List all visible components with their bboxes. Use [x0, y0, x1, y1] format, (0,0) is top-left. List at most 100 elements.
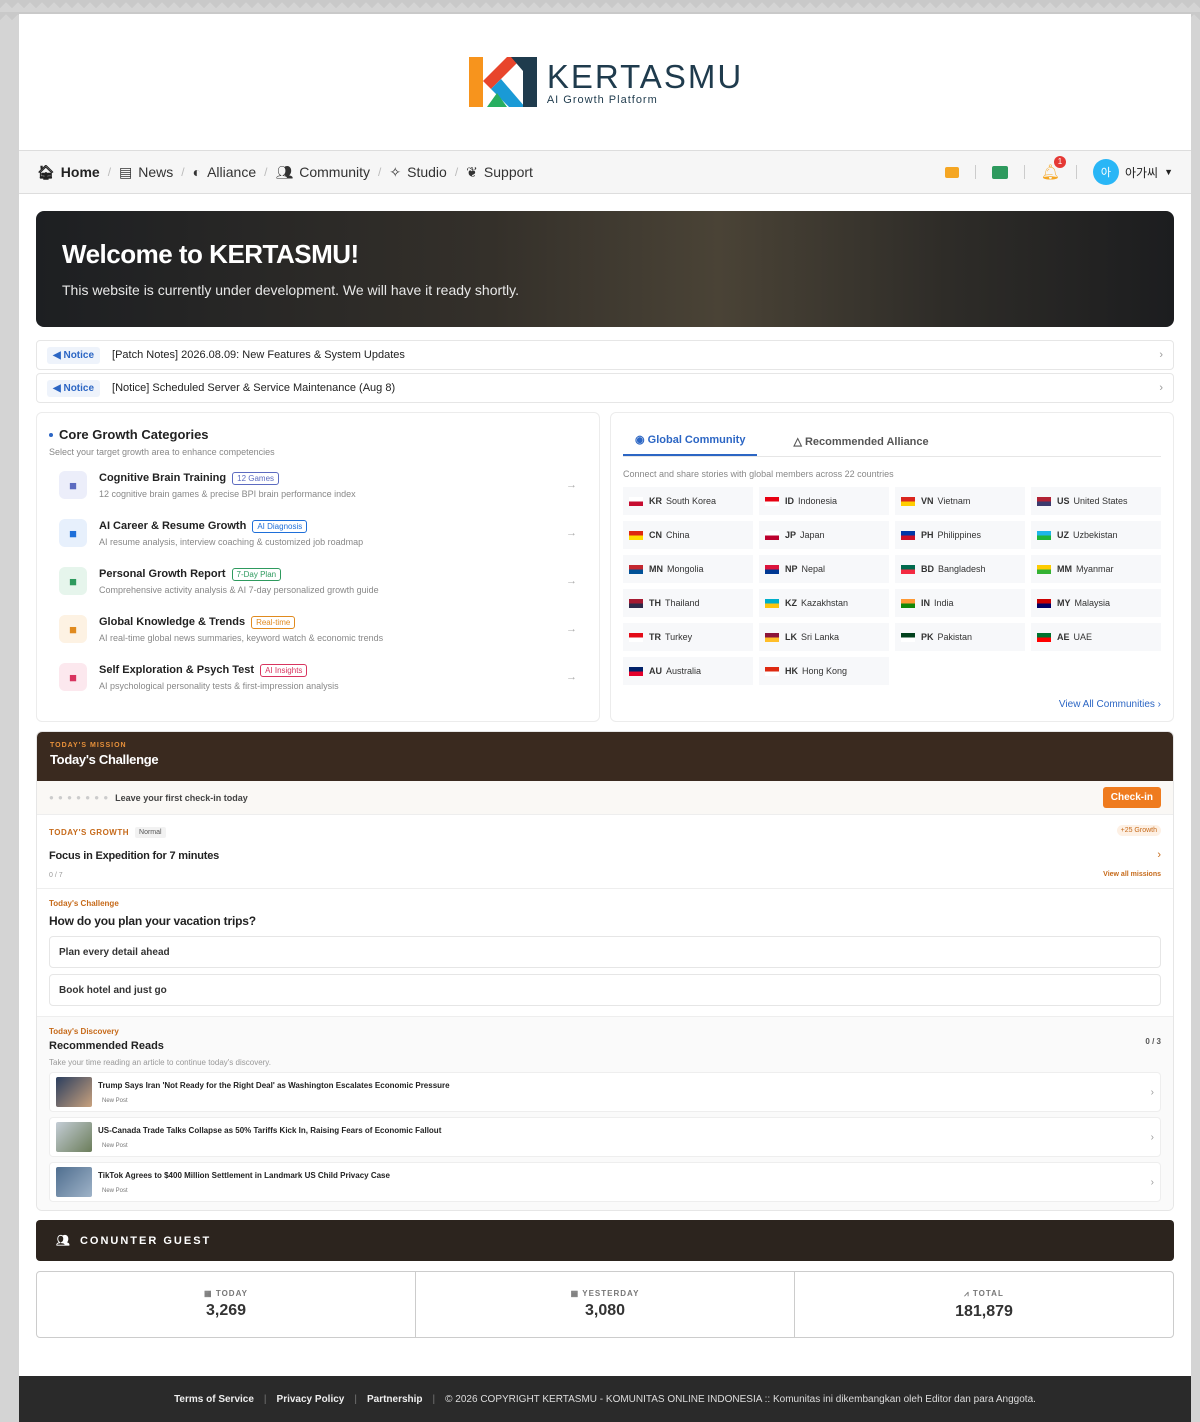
logo-icon — [468, 57, 537, 107]
country-item[interactable]: TR Turkey — [623, 623, 753, 651]
brand-name: KERTASMU — [546, 58, 744, 95]
country-item[interactable]: BD Bangladesh — [895, 555, 1025, 583]
country-item[interactable]: PH Philippines — [895, 521, 1025, 549]
reward-badge: +25 Growth — [1116, 825, 1161, 836]
country-item[interactable]: MM Myanmar — [1031, 555, 1161, 583]
notice-row[interactable]: ◀︎ Notice [Notice] Scheduled Server & Se… — [36, 373, 1174, 403]
category-icon: ■ — [59, 615, 87, 643]
wand-icon: ✧ — [389, 163, 402, 180]
country-code: HK — [785, 666, 798, 676]
country-code: TH — [649, 598, 661, 608]
flag-icon — [901, 598, 915, 608]
notice-text: [Notice] Scheduled Server & Service Main… — [112, 382, 396, 394]
flag-icon — [629, 530, 643, 540]
bell-icon[interactable]: 🔔︎ 1 — [1041, 156, 1066, 181]
category-item[interactable]: ■ AI Career & Resume Growth AI Diagnosis AI… — [49, 513, 587, 553]
nav-community[interactable]: 👥︎ Community — [275, 164, 370, 181]
notice-row[interactable]: ◀︎ Notice [Patch Notes] 2026.08.09: New … — [36, 340, 1174, 370]
country-item[interactable]: MN Mongolia — [623, 555, 753, 583]
country-name: South Korea — [666, 496, 717, 506]
country-item[interactable]: PK Pakistan — [895, 623, 1025, 651]
article-item[interactable]: US-Canada Trade Talks Collapse as 50% Ta… — [49, 1117, 1161, 1157]
country-item[interactable]: US United States — [1031, 487, 1161, 515]
view-all-missions-link[interactable]: View all missions — [1103, 871, 1161, 878]
user-menu[interactable]: 아 아가씨 ▼ — [1092, 159, 1173, 185]
category-desc: AI resume analysis, interview coaching &… — [99, 536, 364, 547]
flag-icon — [1037, 564, 1051, 574]
country-item[interactable]: ID Indonesia — [759, 487, 889, 515]
users-icon: 👥︎ — [56, 1235, 72, 1247]
notice-tag: ◀︎ Notice — [47, 379, 101, 397]
growth-categories-panel: Core Growth Categories Select your targe… — [36, 412, 600, 722]
country-name: Nepal — [801, 564, 826, 574]
flag-icon — [901, 496, 915, 506]
country-name: Thailand — [665, 598, 700, 608]
article-item[interactable]: TikTok Agrees to $400 Million Settlement… — [49, 1162, 1161, 1202]
counter-yesterday: ▦ YESTERDAY 3,080 — [416, 1272, 795, 1337]
footer-copyright: © 2026 COPYRIGHT KERTASMU - KOMUNITAS ON… — [445, 1393, 1036, 1405]
home-icon: 🏠︎ — [37, 163, 55, 180]
country-item[interactable]: KZ Kazakhstan — [759, 589, 889, 617]
mission-panel: TODAY'S MISSION Today's Challenge ● ● ● … — [36, 731, 1174, 1211]
flag-icon — [901, 632, 915, 642]
country-item[interactable]: LK Sri Lanka — [759, 623, 889, 651]
country-name: Pakistan — [937, 632, 973, 642]
country-code: LK — [785, 632, 797, 642]
country-name: Sri Lanka — [801, 632, 840, 642]
country-item[interactable]: KR South Korea — [623, 487, 753, 515]
country-item[interactable]: MY Malaysia — [1031, 589, 1161, 617]
nav-studio[interactable]: ✧ Studio — [389, 164, 446, 181]
category-item[interactable]: ■ Cognitive Brain Training 12 Games 12 cogn… — [49, 465, 587, 505]
nav-alliance[interactable]: ◐ Alliance — [193, 164, 257, 180]
country-name: China — [666, 530, 690, 540]
article-tag: New Post — [102, 1187, 128, 1194]
counter-today: ▦ TODAY 3,269 — [37, 1272, 416, 1337]
footer: Terms of Service | Privacy Policy | Part… — [19, 1376, 1191, 1422]
visitor-counter: ▦ TODAY 3,269 ▦ YESTERDAY 3,080 ⩘ TOTAL … — [36, 1271, 1174, 1338]
country-code: VN — [921, 496, 934, 506]
view-all-communities-link[interactable]: View All Communities › — [623, 699, 1161, 710]
checkin-row: ● ● ● ● ● ● ● Leave your first check-in … — [37, 781, 1173, 815]
challenge-option[interactable]: Book hotel and just go — [49, 974, 1161, 1006]
category-item[interactable]: ■ Global Knowledge & Trends Real-time AI re… — [49, 609, 587, 649]
growth-mission[interactable]: TODAY'S GROWTH Normal Focus in Expedition… — [37, 815, 1173, 889]
country-item[interactable]: TH Thailand — [623, 589, 753, 617]
article-thumbnail — [56, 1122, 92, 1152]
category-title: Self Exploration & Psych Test — [99, 664, 255, 676]
country-item[interactable]: JP Japan — [759, 521, 889, 549]
article-item[interactable]: Trump Says Iran 'Not Ready for the Right… — [49, 1072, 1161, 1112]
country-item[interactable]: HK Hong Kong — [759, 657, 889, 685]
footer-link-partnership[interactable]: Partnership — [367, 1394, 423, 1405]
country-item[interactable]: AU Australia — [623, 657, 753, 685]
country-item[interactable]: AE UAE — [1031, 623, 1161, 651]
nav-home[interactable]: 🏠︎ Home — [37, 164, 100, 181]
flag-icon — [901, 530, 915, 540]
tab-recommended-alliance[interactable]: △ Recommended Alliance — [781, 435, 940, 456]
country-item[interactable]: VN Vietnam — [895, 487, 1025, 515]
country-name: United States — [1073, 496, 1128, 506]
store-icon[interactable] — [991, 165, 1008, 179]
wallet-icon[interactable] — [944, 166, 959, 178]
nav-news[interactable]: ▤ News — [119, 164, 173, 181]
checkin-button[interactable]: Check-in — [1102, 787, 1161, 808]
country-item[interactable]: CN China — [623, 521, 753, 549]
section-title: Core Growth Categories — [49, 427, 587, 442]
chevron-right-icon: › — [1150, 1086, 1154, 1098]
counter-header: 👥︎ CONUNTER GUEST — [36, 1220, 1174, 1261]
category-badge: 12 Games — [232, 471, 280, 485]
flag-icon — [765, 666, 779, 676]
tab-global-community[interactable]: ◉ Global Community — [623, 433, 758, 456]
footer-link-privacy[interactable]: Privacy Policy — [277, 1394, 345, 1405]
challenge-option[interactable]: Plan every detail ahead — [49, 936, 1161, 968]
footer-link-terms[interactable]: Terms of Service — [174, 1394, 254, 1405]
country-code: AE — [1057, 632, 1070, 642]
site-logo[interactable]: KERTASMU AI Growth Platform — [19, 14, 1191, 150]
category-item[interactable]: ■ Personal Growth Report 7-Day Plan Compreh… — [49, 561, 587, 601]
country-item[interactable]: NP Nepal — [759, 555, 889, 583]
category-item[interactable]: ■ Self Exploration & Psych Test AI Insight… — [49, 657, 587, 697]
country-name: Philippines — [937, 530, 982, 540]
country-item[interactable]: IN India — [895, 589, 1025, 617]
nav-support[interactable]: ❦ Support — [466, 164, 533, 181]
country-item[interactable]: UZ Uzbekistan — [1031, 521, 1161, 549]
category-desc: AI real-time global news summaries, keyw… — [99, 632, 384, 643]
